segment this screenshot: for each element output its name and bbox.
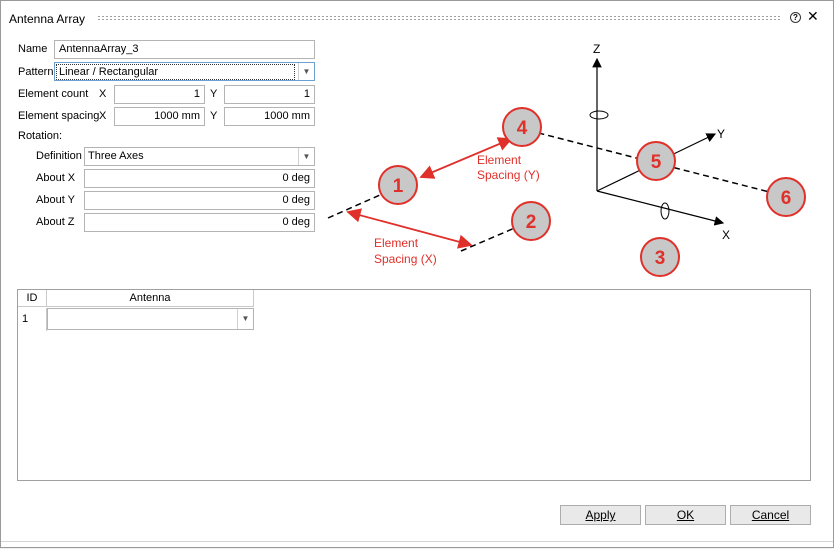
callout-3: 3 xyxy=(640,237,680,277)
antenna-select[interactable]: ▼ xyxy=(47,308,254,330)
callout-6: 6 xyxy=(766,177,806,217)
callout-3-label: 3 xyxy=(655,248,666,269)
column-header-antenna[interactable]: Antenna xyxy=(47,290,254,307)
y-axis-label: Y xyxy=(717,127,725,141)
callout-4-label: 4 xyxy=(517,118,528,139)
spacing-x-text-line1: Element xyxy=(374,236,419,250)
bottom-divider xyxy=(1,541,833,542)
z-axis-label: Z xyxy=(593,42,600,56)
row-id-cell: 1 xyxy=(18,308,47,331)
ok-button[interactable]: OK xyxy=(645,505,726,525)
callout-5: 5 xyxy=(636,141,676,181)
cancel-button[interactable]: Cancel xyxy=(730,505,811,525)
chevron-down-icon[interactable]: ▼ xyxy=(237,309,253,329)
callout-1-label: 1 xyxy=(393,176,404,197)
callout-1: 1 xyxy=(378,165,418,205)
spacing-y-text-line1: Element xyxy=(477,153,522,167)
x-axis-label: X xyxy=(722,228,730,242)
callout-6-label: 6 xyxy=(781,188,792,209)
x-axis xyxy=(596,190,725,226)
rotation-x-icon xyxy=(660,202,670,220)
antenna-array-dialog: Antenna Array ? ✕ Name AntennaArray_3 Pa… xyxy=(0,0,834,548)
apply-button[interactable]: Apply xyxy=(560,505,641,525)
antenna-table: ID Antenna 1 ▼ xyxy=(17,289,811,481)
column-header-id[interactable]: ID xyxy=(18,290,47,307)
callout-2-label: 2 xyxy=(526,212,537,233)
rotation-z-icon xyxy=(589,110,609,120)
callout-4: 4 xyxy=(502,107,542,147)
callout-5-label: 5 xyxy=(651,152,662,173)
spacing-y-text-line2: Spacing (Y) xyxy=(477,168,540,182)
spacing-x-text-line2: Spacing (X) xyxy=(374,252,437,266)
callout-2: 2 xyxy=(511,201,551,241)
